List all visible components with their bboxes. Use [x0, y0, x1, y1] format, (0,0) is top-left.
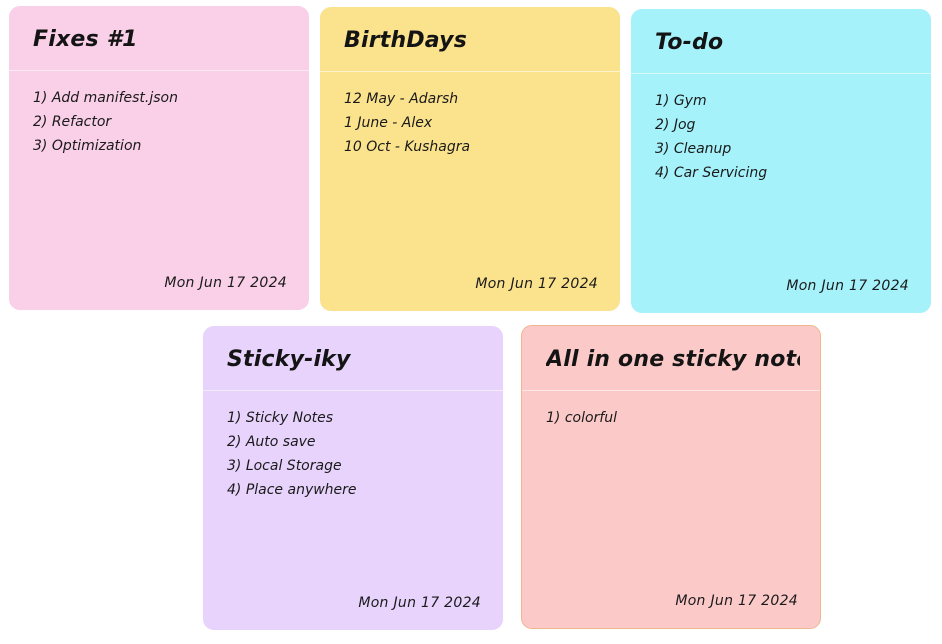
sticky-note-fixes[interactable]: Fixes #1 1) Add manifest.json 2) Refacto… [9, 6, 309, 310]
note-line: 10 Oct - Kushagra [344, 139, 471, 155]
note-line: 4) Place anywhere [227, 482, 357, 498]
note-line: 12 May - Adarsh [344, 91, 459, 107]
note-line: 1) Add manifest.json [33, 90, 178, 106]
note-body[interactable]: 12 May - Adarsh 1 June - Alex 10 Oct - K… [344, 87, 600, 159]
note-line: 1) colorful [546, 410, 617, 426]
note-divider [320, 71, 620, 72]
note-line: 2) Auto save [227, 434, 316, 450]
note-line: 3) Optimization [33, 138, 142, 154]
sticky-note-birthdays[interactable]: BirthDays 12 May - Adarsh 1 June - Alex … [320, 7, 620, 311]
note-date: Mon Jun 17 2024 [164, 275, 287, 291]
note-title[interactable]: BirthDays [344, 21, 600, 61]
note-line: 3) Cleanup [655, 141, 732, 157]
note-line: 4) Car Servicing [655, 165, 768, 181]
note-title[interactable]: To-do [655, 23, 911, 63]
note-body[interactable]: 1) Add manifest.json 2) Refactor 3) Opti… [33, 86, 289, 158]
note-body[interactable]: 1) Sticky Notes 2) Auto save 3) Local St… [227, 406, 483, 502]
note-title[interactable]: Sticky-iky [227, 340, 483, 380]
note-line: 2) Jog [655, 117, 696, 133]
note-body[interactable]: 1) Gym 2) Jog 3) Cleanup 4) Car Servicin… [655, 89, 911, 185]
sticky-note-sticky-iky[interactable]: Sticky-iky 1) Sticky Notes 2) Auto save … [203, 326, 503, 630]
note-body[interactable]: 1) colorful [546, 406, 800, 430]
sticky-note-todo[interactable]: To-do 1) Gym 2) Jog 3) Cleanup 4) Car Se… [631, 9, 931, 313]
note-date: Mon Jun 17 2024 [675, 593, 798, 609]
note-date: Mon Jun 17 2024 [475, 276, 598, 292]
note-title[interactable]: Fixes #1 [33, 20, 289, 60]
note-line: 1 June - Alex [344, 115, 433, 131]
sticky-note-all-in-one[interactable]: All in one sticky notes 1) colorful Mon … [521, 325, 821, 629]
note-line: 2) Refactor [33, 114, 112, 130]
note-title[interactable]: All in one sticky notes [546, 340, 800, 380]
note-divider [9, 70, 309, 71]
note-line: 1) Gym [655, 93, 707, 109]
note-line: 3) Local Storage [227, 458, 342, 474]
note-line: 1) Sticky Notes [227, 410, 334, 426]
note-date: Mon Jun 17 2024 [786, 278, 909, 294]
note-divider [203, 390, 503, 391]
note-date: Mon Jun 17 2024 [358, 595, 481, 611]
note-divider [631, 73, 931, 74]
note-divider [522, 390, 820, 391]
